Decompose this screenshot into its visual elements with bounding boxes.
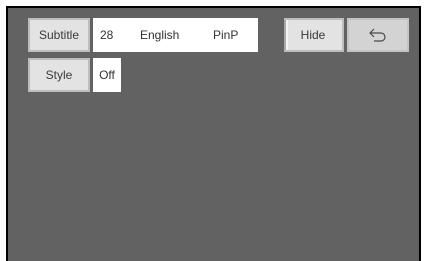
- hide-button[interactable]: Hide: [284, 18, 344, 52]
- subtitle-mode-value[interactable]: PinP: [213, 28, 238, 42]
- subtitle-settings-panel: 28 English PinP: [93, 18, 258, 52]
- style-button[interactable]: Style: [28, 58, 90, 92]
- style-button-label: Style: [45, 68, 73, 82]
- subtitle-settings-screen: Subtitle 28 English PinP Hide Style Off: [6, 6, 421, 261]
- subtitle-size-value[interactable]: 28: [100, 28, 113, 42]
- subtitle-language-value[interactable]: English: [140, 28, 179, 42]
- subtitle-button[interactable]: Subtitle: [28, 18, 90, 52]
- return-arrow-icon: [368, 28, 388, 42]
- hide-button-divider: [284, 20, 288, 50]
- hide-button-label: Hide: [300, 28, 326, 42]
- back-button[interactable]: [347, 18, 409, 52]
- style-value[interactable]: Off: [99, 68, 115, 82]
- style-value-panel: Off: [93, 58, 121, 92]
- subtitle-button-label: Subtitle: [38, 28, 80, 42]
